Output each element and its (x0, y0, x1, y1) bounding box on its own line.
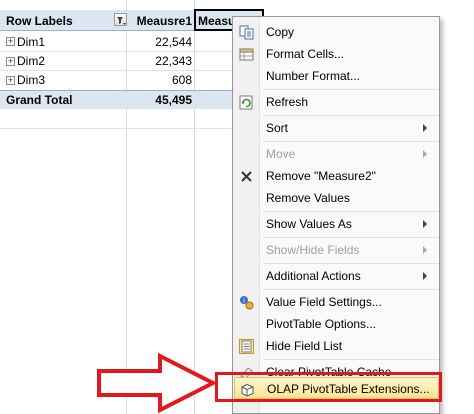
submenu-arrow-icon (423, 246, 427, 254)
menu-item-show-values-as[interactable]: Show Values As (234, 213, 439, 235)
menu-item-label: Value Field Settings... (266, 295, 382, 309)
pointer-arrow-icon (97, 352, 218, 414)
row-labels-header[interactable]: Row Labels (6, 12, 73, 30)
menu-separator (263, 141, 439, 142)
field-settings-icon: i (240, 296, 254, 310)
menu-item-label: Remove Values (266, 191, 350, 205)
menu-item-label: Number Format... (266, 69, 361, 83)
menu-item-refresh[interactable]: Refresh (234, 91, 439, 113)
menu-item-label: Show/Hide Fields (266, 243, 360, 257)
row-labels-filter-button[interactable] (114, 13, 127, 26)
row-label[interactable]: Dim1 (17, 33, 45, 51)
field-list-icon (239, 339, 254, 354)
submenu-arrow-icon (423, 124, 427, 132)
submenu-arrow-icon (423, 220, 427, 228)
copy-icon (239, 25, 254, 40)
menu-item-additional-actions[interactable]: Additional Actions (234, 265, 439, 287)
submenu-arrow-icon (423, 150, 427, 158)
grand-total-label[interactable]: Grand Total (6, 91, 72, 109)
menu-item-number-format[interactable]: Number Format... (234, 65, 439, 87)
menu-item-format-cells[interactable]: Format Cells... (234, 43, 439, 65)
menu-item-label: Move (266, 147, 296, 161)
menu-separator (263, 89, 439, 90)
menu-item-show-hide-fields: Show/Hide Fields (234, 239, 439, 261)
menu-separator (263, 359, 439, 360)
row-value[interactable]: 22,544 (128, 33, 192, 51)
menu-item-label: Show Values As (266, 217, 352, 231)
highlight-box (215, 372, 442, 402)
row-label[interactable]: Dim2 (17, 52, 45, 70)
filter-icon (117, 17, 126, 25)
menu-item-sort[interactable]: Sort (234, 117, 439, 139)
menu-item-label: Sort (266, 121, 289, 135)
menu-separator (263, 263, 439, 264)
menu-separator (263, 211, 439, 212)
menu-item-pivottable-options[interactable]: PivotTable Options... (234, 313, 439, 335)
menu-item-remove-measure[interactable]: Remove "Measure2" (234, 165, 439, 187)
expand-icon[interactable]: + (6, 57, 15, 66)
menu-item-hide-field-list[interactable]: Hide Field List (234, 335, 439, 357)
menu-item-label: Remove "Measure2" (266, 169, 376, 183)
menu-separator (263, 289, 439, 290)
row-value[interactable]: 608 (128, 71, 192, 89)
menu-separator (263, 115, 439, 116)
menu-separator (263, 237, 439, 238)
row-value[interactable]: 22,343 (128, 52, 192, 70)
menu-item-label: Additional Actions (266, 269, 361, 283)
refresh-icon (239, 95, 253, 110)
menu-item-label: Format Cells... (266, 47, 345, 61)
menu-item-remove-values[interactable]: Remove Values (234, 187, 439, 209)
menu-item-label: Refresh (266, 95, 309, 109)
menu-item-move: Move (234, 143, 439, 165)
menu-item-label: PivotTable Options... (266, 317, 377, 331)
menu-item-copy[interactable]: Copy (234, 21, 439, 43)
gridline (0, 128, 262, 129)
expand-icon[interactable]: + (6, 76, 15, 85)
row-label[interactable]: Dim3 (17, 71, 45, 89)
grand-total-value[interactable]: 45,495 (128, 91, 192, 109)
submenu-arrow-icon (423, 272, 427, 280)
measure1-header[interactable]: Meausre1 (128, 12, 192, 30)
menu-item-label: Copy (266, 25, 295, 39)
context-menu: Copy Format Cells... Number Format... Re… (232, 16, 440, 414)
expand-icon[interactable]: + (6, 37, 15, 46)
format-cells-icon (239, 48, 254, 61)
menu-item-label: Hide Field List (266, 339, 343, 353)
menu-item-value-field-settings[interactable]: i Value Field Settings... (234, 291, 439, 313)
delete-x-icon (241, 171, 252, 182)
